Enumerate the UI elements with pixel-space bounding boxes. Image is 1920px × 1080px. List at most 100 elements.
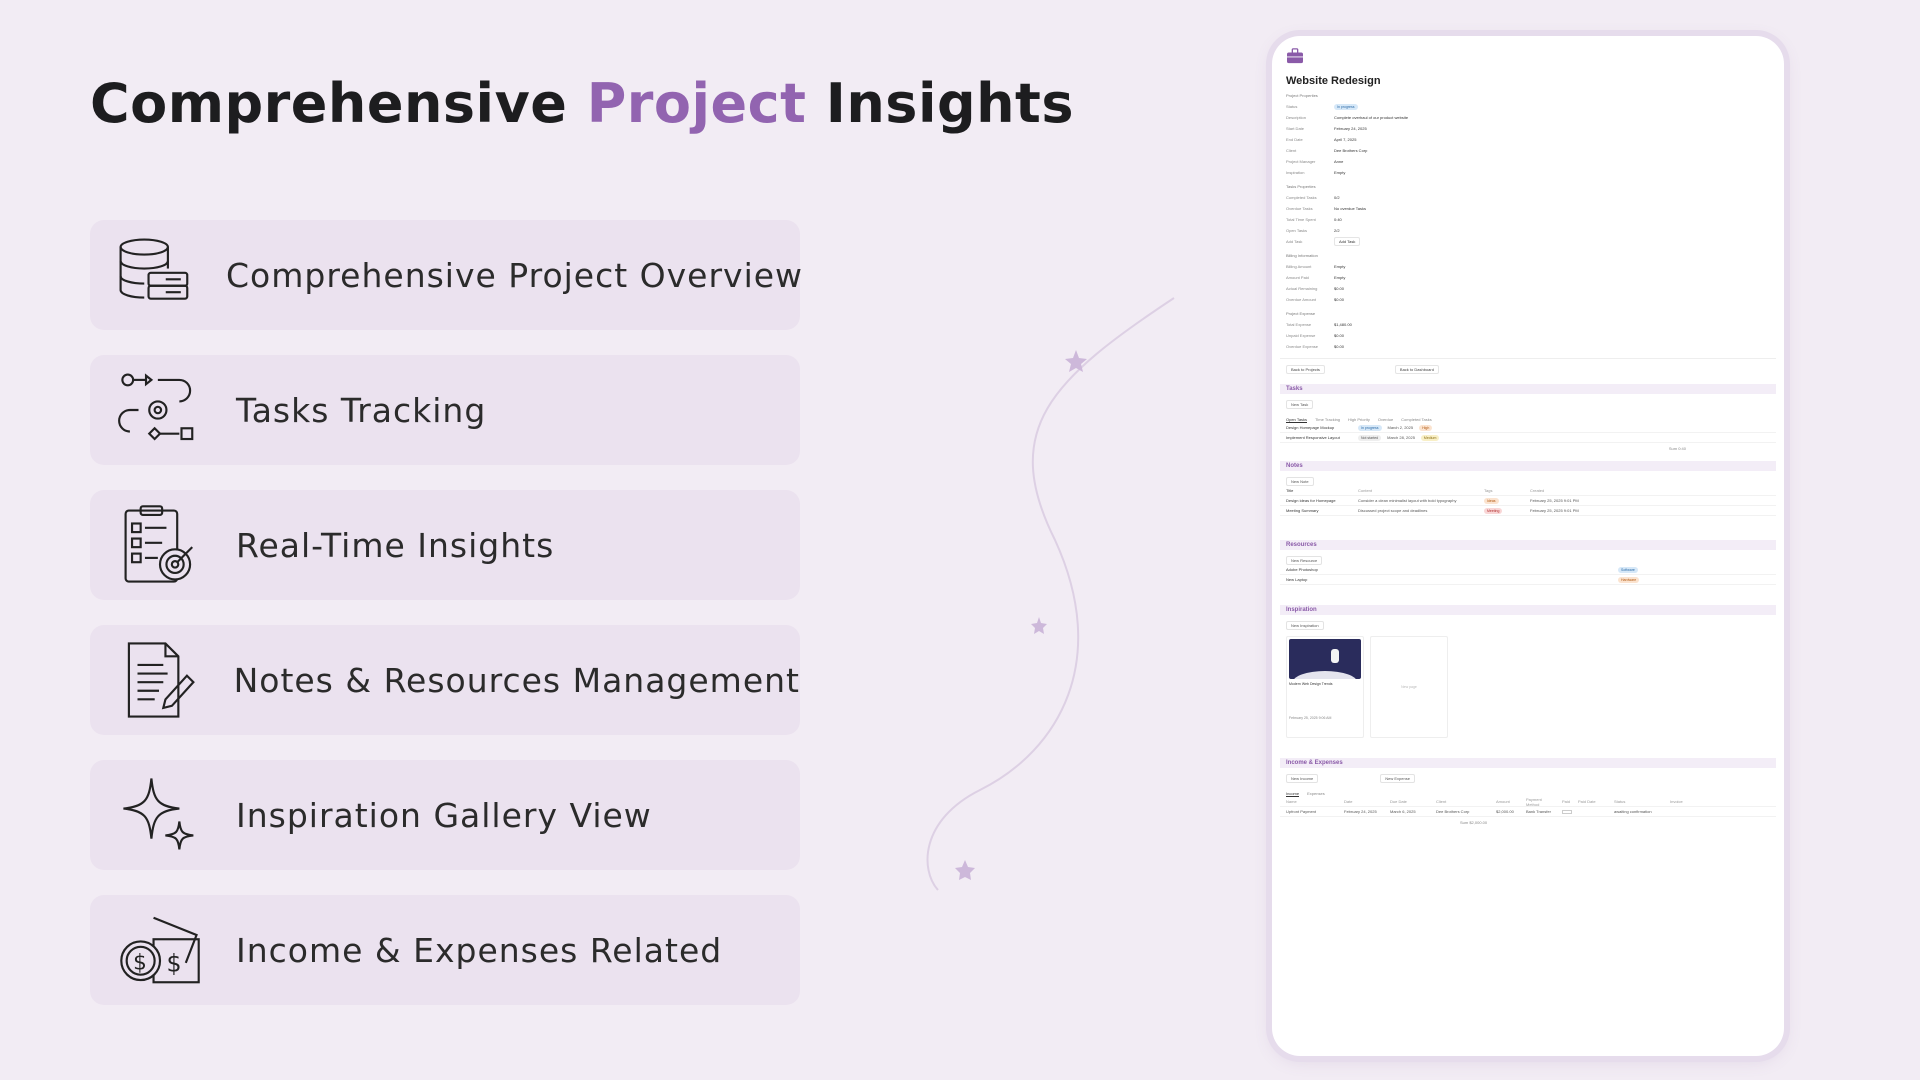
briefcase-icon — [1287, 48, 1303, 64]
column-header: Invoice — [1670, 799, 1683, 804]
new-inspiration-button[interactable]: New Inspiration — [1286, 621, 1324, 630]
prop-row[interactable]: Actual Remaining $0.00 — [1286, 283, 1776, 294]
status-badge: In progress — [1358, 424, 1382, 431]
feature-label: Tasks Tracking — [236, 390, 487, 430]
column-header: Paid — [1562, 799, 1571, 804]
income-name: Upfront Payment — [1286, 809, 1317, 814]
prop-value: $0.00 — [1334, 344, 1345, 349]
new-page-card[interactable]: New page — [1370, 636, 1448, 738]
feature-card-notes: Notes & Resources Management — [90, 625, 800, 735]
group-header: Tasks Properties — [1286, 184, 1316, 189]
prop-row[interactable]: Project Manager Anne — [1286, 156, 1776, 167]
doc-title: Website Redesign — [1286, 75, 1381, 87]
tab-expenses[interactable]: Expenses — [1307, 791, 1325, 797]
tab-completed-tasks[interactable]: Completed Tasks — [1401, 417, 1432, 423]
feature-list: Comprehensive Project Overview Tasks Tra… — [90, 220, 802, 1030]
expense-properties: Project Expense Total Expense $1,480.00 U… — [1286, 311, 1776, 352]
note-title: Meeting Summary — [1286, 508, 1319, 513]
tasks-properties: Tasks Properties Completed Tasks 0/2 Over… — [1286, 184, 1776, 247]
prop-key: Project Manager — [1286, 159, 1316, 164]
income-due: March 6, 2025 — [1390, 809, 1416, 814]
prop-row[interactable]: Overdue Amount $0.00 — [1286, 294, 1776, 305]
tag-badge: Hardware — [1618, 576, 1640, 583]
document-pen-icon — [112, 632, 206, 728]
note-title: Design ideas for Homepage — [1286, 498, 1336, 503]
prop-key: Status — [1286, 104, 1298, 109]
prop-value: $0.00 — [1334, 297, 1345, 302]
prop-key: Amount Paid — [1286, 275, 1309, 280]
new-income-button[interactable]: New Income — [1286, 774, 1319, 783]
column-header: Created — [1530, 488, 1545, 493]
prop-row[interactable]: Client Dee Brothers Corp — [1286, 145, 1776, 156]
prop-row[interactable]: Description Complete overhaul of our prod… — [1286, 112, 1776, 123]
paid-checkbox[interactable] — [1562, 809, 1572, 814]
back-to-projects-button[interactable]: Back to Projects — [1286, 365, 1325, 374]
prop-key: Actual Remaining — [1286, 286, 1318, 291]
prop-key: Client — [1286, 148, 1297, 153]
table-row[interactable]: Upfront Payment February 24, 2025 March … — [1280, 807, 1776, 817]
income-table-header: Name Date Due Date Client Amount Payment… — [1280, 797, 1776, 807]
new-expense-button[interactable]: New Expense — [1380, 774, 1415, 783]
status-badge: Not started — [1358, 434, 1382, 441]
prop-row[interactable]: Total Expense $1,480.00 — [1286, 319, 1776, 330]
add-task-button[interactable]: Add Task — [1334, 237, 1361, 246]
prop-row[interactable]: Billing Amount Empty — [1286, 261, 1776, 272]
table-row[interactable]: Design Homepage Mockup In progress March… — [1280, 423, 1776, 433]
note-created: February 25, 2025 9:01 PM — [1530, 498, 1579, 503]
new-note-button[interactable]: New Note — [1286, 477, 1314, 486]
list-item[interactable]: New Laptop Hardware — [1280, 575, 1776, 585]
prop-value: $0.00 — [1334, 333, 1345, 338]
income-status: awaiting confirmation — [1614, 809, 1652, 814]
clipboard-target-icon — [112, 497, 208, 593]
prop-key: Add Task — [1286, 239, 1303, 244]
notion-page: Website Redesign Project Properties Stat… — [1280, 46, 1776, 825]
prop-row[interactable]: Total Time Spent 0:40 — [1286, 214, 1776, 225]
prop-row[interactable]: Status In progress — [1286, 101, 1776, 112]
note-created: February 25, 2025 9:01 PM — [1530, 508, 1579, 513]
resource-name: Adobe Photoshop — [1286, 567, 1318, 572]
back-to-dashboard-button[interactable]: Back to Dashboard — [1394, 365, 1439, 374]
prop-row[interactable]: Add Task Add Task — [1286, 236, 1776, 247]
prop-key: Overdue Expense — [1286, 344, 1319, 349]
new-resource-button[interactable]: New Resource — [1286, 556, 1323, 565]
table-row[interactable]: Meeting Summary Discussed project scope … — [1280, 506, 1776, 516]
prop-row[interactable]: Amount Paid Empty — [1286, 272, 1776, 283]
prop-row[interactable]: Open Tasks 2/2 — [1286, 225, 1776, 236]
prop-row[interactable]: Overdue Tasks No overdue Tasks — [1286, 203, 1776, 214]
astronaut-image — [1289, 639, 1361, 679]
table-row[interactable]: Implement Responsive Layout Not started … — [1280, 433, 1776, 443]
column-header: Title — [1286, 488, 1294, 493]
tab-overdue[interactable]: Overdue — [1378, 417, 1393, 423]
column-header: Payment Method — [1526, 796, 1542, 807]
list-item[interactable]: Adobe Photoshop Software — [1280, 565, 1776, 575]
card-date: February 25, 2025 9:06 AM — [1289, 716, 1332, 720]
tab-open-tasks[interactable]: Open Tasks — [1286, 417, 1308, 423]
prop-row[interactable]: Overdue Expense $0.00 — [1286, 341, 1776, 352]
resources-section-header: Resources — [1280, 540, 1776, 550]
star-icon — [1065, 350, 1087, 372]
workflow-gear-icon — [112, 362, 208, 458]
feature-card-income: $ $ Income & Expenses Related — [90, 895, 800, 1005]
feature-card-insights: Real-Time Insights — [90, 490, 800, 600]
prop-row[interactable]: Inspiration Empty — [1286, 167, 1776, 178]
prop-value: Complete overhaul of our product website — [1334, 115, 1409, 120]
tab-time-tracking[interactable]: Time Tracking — [1315, 417, 1340, 423]
prop-key: Billing Amount — [1286, 264, 1312, 269]
prop-key: End Date — [1286, 137, 1303, 142]
prop-key: Completed Tasks — [1286, 195, 1317, 200]
tab-high-priority[interactable]: High Priority — [1348, 417, 1370, 423]
prop-row[interactable]: Unpaid Expense $0.00 — [1286, 330, 1776, 341]
prop-value: 2/2 — [1334, 228, 1340, 233]
prop-value: February 24, 2025 — [1334, 126, 1367, 131]
prop-row[interactable]: Start Date February 24, 2025 — [1286, 123, 1776, 134]
nav-buttons: Back to Projects Back to Dashboard — [1286, 365, 1776, 374]
tab-income[interactable]: Income — [1286, 791, 1300, 797]
table-row[interactable]: Design ideas for Homepage Consider a cle… — [1280, 496, 1776, 506]
group-header: Billing Information — [1286, 253, 1318, 258]
prop-row[interactable]: End Date April 7, 2025 — [1286, 134, 1776, 145]
prop-value: April 7, 2025 — [1334, 137, 1357, 142]
new-task-button[interactable]: New Task — [1286, 400, 1314, 409]
gallery-card[interactable]: Modern Web Design Trends February 25, 20… — [1286, 636, 1364, 738]
prop-row[interactable]: Completed Tasks 0/2 — [1286, 192, 1776, 203]
notes-section-header: Notes — [1280, 461, 1776, 471]
